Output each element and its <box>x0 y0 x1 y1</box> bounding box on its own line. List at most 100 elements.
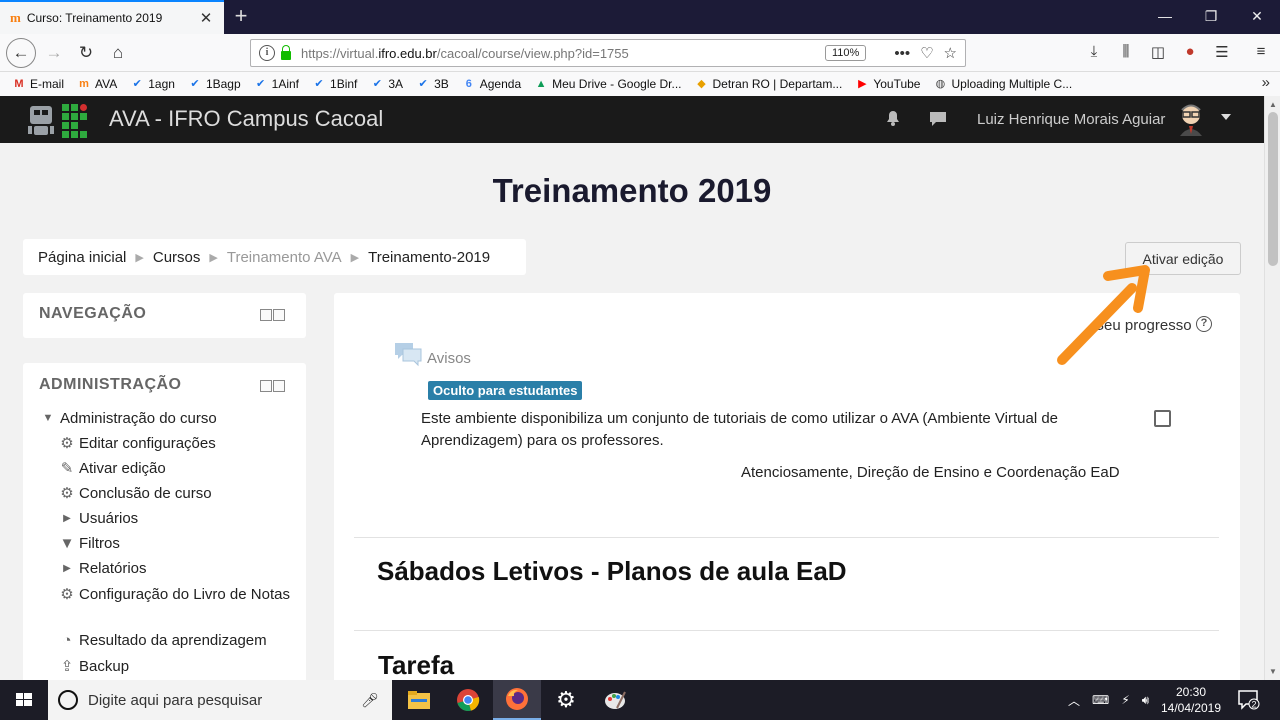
windows-start-icon[interactable] <box>0 680 48 720</box>
breadcrumb-home-link[interactable]: Página inicial <box>38 249 126 266</box>
upload-icon: ⇪ <box>60 658 74 675</box>
admin-item[interactable]: ✎ Ativar edição <box>57 458 297 479</box>
ifro-logo-icon[interactable] <box>26 100 90 138</box>
firefox-icon[interactable] <box>493 680 541 720</box>
site-name[interactable]: AVA - IFRO Campus Cacoal <box>109 106 383 132</box>
page-scrollbar[interactable]: ▲ ▼ <box>1264 96 1280 680</box>
breadcrumb-course-link[interactable]: Treinamento-2019 <box>368 249 490 266</box>
taskbar-clock[interactable]: 20:30 14/04/2019 <box>1158 684 1224 716</box>
bookmark-item[interactable]: ✔ 1Bagp <box>188 77 240 91</box>
help-icon[interactable]: ? <box>1196 316 1212 332</box>
collapse-block-icon[interactable] <box>273 309 285 321</box>
bookmark-item[interactable]: ◍ Uploading Multiple C... <box>933 77 1073 91</box>
admin-item[interactable]: ⚙ Editar configurações <box>57 433 297 454</box>
breadcrumb: Página inicial ▶ Cursos ▶ Treinamento AV… <box>23 239 526 275</box>
reload-button[interactable]: ↻ <box>72 39 100 67</box>
bookmark-item[interactable]: ▲ Meu Drive - Google Dr... <box>534 77 682 91</box>
breadcrumb-courses-link[interactable]: Cursos <box>153 249 201 266</box>
home-button[interactable]: ⌂ <box>104 39 132 67</box>
admin-item[interactable]: ▶ Usuários <box>57 508 297 529</box>
avatar[interactable] <box>1174 102 1208 136</box>
chrome-icon[interactable] <box>444 680 492 720</box>
admin-item[interactable]: ⇪ Backup <box>57 656 297 677</box>
admin-item[interactable]: ⚙ Configuração do Livro de Notas <box>57 584 297 605</box>
extension-icon[interactable]: ● <box>1179 43 1201 60</box>
admin-item[interactable]: ▼ Filtros <box>57 533 297 554</box>
admin-item[interactable]: ◔ Resultado da aprendizagem <box>57 630 297 651</box>
library-icon[interactable]: ⫼ <box>1115 43 1137 60</box>
show-hidden-icons-icon[interactable]: ︿ <box>1068 692 1080 709</box>
bookmark-item[interactable]: ✔ 1Ainf <box>254 77 299 91</box>
block-controls <box>260 380 288 392</box>
annotation-arrow-icon <box>1057 265 1150 365</box>
browser-tab-active[interactable]: m Curso: Treinamento 2019 ✕ <box>0 0 224 34</box>
bookmark-item[interactable]: ◆ Detran RO | Departam... <box>695 77 842 91</box>
admin-item[interactable]: ▶ Relatórios <box>57 558 297 579</box>
close-window-icon[interactable]: ✕ <box>1234 0 1280 34</box>
forum-avisos-link[interactable]: Avisos <box>427 350 471 367</box>
taskbar-search[interactable]: Digite aqui para pesquisar 🎤︎ <box>48 680 392 720</box>
url-text[interactable]: https://virtual.ifro.edu.br/cacoal/cours… <box>301 46 825 61</box>
bookmark-item[interactable]: ✔ 1agn <box>130 77 175 91</box>
bookmark-item[interactable]: ✔ 1Binf <box>312 77 357 91</box>
bookmark-item[interactable]: M E-mail <box>12 77 64 91</box>
breadcrumb-category-link[interactable]: Treinamento AVA <box>227 249 342 266</box>
bookmark-label: Uploading Multiple C... <box>951 77 1073 91</box>
page-actions-icon[interactable]: ••• <box>894 45 910 62</box>
microphone-icon[interactable]: 🎤︎ <box>360 692 380 709</box>
download-icon[interactable]: ⤓ <box>1083 43 1105 60</box>
bookmark-item[interactable]: ✔ 3A <box>370 77 403 91</box>
minimize-window-icon[interactable]: — <box>1142 0 1188 34</box>
dock-block-icon[interactable] <box>273 380 285 392</box>
admin-course-root[interactable]: ▼ Administração do curso <box>38 408 217 429</box>
close-tab-icon[interactable]: ✕ <box>198 9 214 27</box>
section-divider <box>354 537 1219 538</box>
filter-icon: ▼ <box>59 535 75 552</box>
scrollbar-thumb[interactable] <box>1268 112 1278 266</box>
scroll-down-icon[interactable]: ▼ <box>1269 667 1277 676</box>
site-info-icon[interactable]: i <box>259 45 275 61</box>
notifications-bell-icon[interactable] <box>884 109 902 127</box>
user-menu-chevron-down-icon[interactable] <box>1221 114 1231 120</box>
bookmark-item[interactable]: ▶ YouTube <box>855 77 920 91</box>
administration-block-title: ADMINISTRAÇÃO <box>39 376 182 393</box>
paint-icon[interactable] <box>591 680 639 720</box>
admin-item-label: Backup <box>79 658 130 675</box>
zoom-level-badge[interactable]: 110% <box>825 45 867 61</box>
file-explorer-icon[interactable] <box>395 680 443 720</box>
checklist-icon: ✔ <box>314 78 324 90</box>
back-button[interactable]: ← <box>6 38 36 68</box>
restore-window-icon[interactable]: ❐ <box>1188 0 1234 34</box>
collapse-block-icon[interactable] <box>260 380 272 392</box>
moodle-favicon-icon: m <box>10 10 21 25</box>
bookmark-star-icon[interactable]: ☆ <box>944 44 957 62</box>
extension-2-icon[interactable]: ☰ <box>1211 43 1233 61</box>
admin-item[interactable]: ⚙ Conclusão de curso <box>57 483 297 504</box>
browser-tab-strip: m Curso: Treinamento 2019 ✕ + — ❐ ✕ <box>0 0 1280 34</box>
bookmark-item[interactable]: 6 Agenda <box>462 77 521 91</box>
bookmark-item[interactable]: m AVA <box>77 77 117 91</box>
detran-icon: ◆ <box>697 78 706 90</box>
forward-button[interactable]: → <box>40 39 68 67</box>
messages-icon[interactable] <box>929 110 947 128</box>
completion-checkbox[interactable] <box>1154 410 1171 427</box>
url-bar[interactable]: i https://virtual.ifro.edu.br/cacoal/cou… <box>250 39 966 67</box>
scroll-up-icon[interactable]: ▲ <box>1269 100 1277 109</box>
more-bookmarks-icon[interactable]: » <box>1262 74 1270 91</box>
bookmark-label: 3A <box>388 77 404 91</box>
settings-gear-icon[interactable]: ⚙ <box>542 680 590 720</box>
bookmark-label: E-mail <box>30 77 65 91</box>
menu-icon[interactable]: ≡ <box>1250 43 1272 60</box>
new-tab-button[interactable]: + <box>228 4 254 30</box>
volume-icon[interactable]: 🔊︎ <box>1142 693 1150 708</box>
network-icon[interactable]: ⚡︎ <box>1121 693 1129 707</box>
pie-chart-icon: ◔ <box>62 632 72 649</box>
navigation-block-title: NAVEGAÇÃO <box>39 305 147 322</box>
pocket-icon[interactable]: ♡ <box>920 44 933 62</box>
sidebar-icon[interactable]: ◫ <box>1147 43 1169 61</box>
action-center-icon[interactable]: 2 <box>1238 690 1260 710</box>
keyboard-icon[interactable]: ⌨︎ <box>1092 693 1109 707</box>
bookmark-item[interactable]: ✔ 3B <box>416 77 448 91</box>
dock-block-icon[interactable] <box>260 309 272 321</box>
user-name[interactable]: Luiz Henrique Morais Aguiar <box>977 111 1165 128</box>
